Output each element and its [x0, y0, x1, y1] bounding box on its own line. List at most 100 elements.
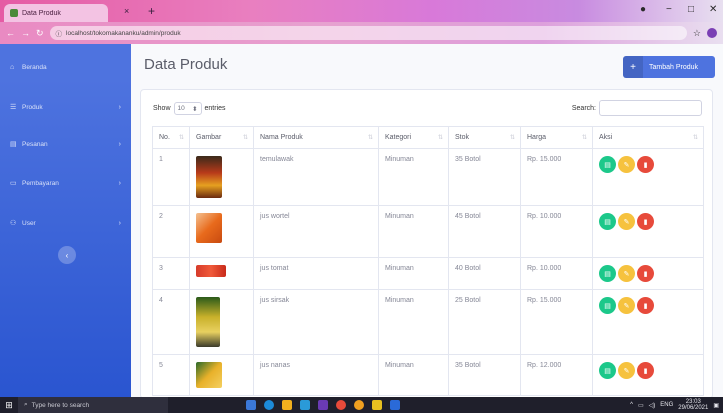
- sidebar-item-produk[interactable]: ☰ Produk ›: [0, 100, 131, 114]
- column-header-aksi[interactable]: Aksi ⇅: [592, 126, 704, 149]
- cell-image: [189, 148, 254, 206]
- cell-harga: Rp. 12.000: [520, 354, 593, 396]
- product-table-card: Show 10 ⬍ entries Search: No. ⇅ Gambar ⇅ N…: [140, 89, 713, 399]
- cell-harga: Rp. 10.000: [520, 205, 593, 258]
- edit-button[interactable]: ✎: [618, 297, 635, 314]
- view-button[interactable]: ▤: [599, 362, 616, 379]
- edit-button[interactable]: ✎: [618, 362, 635, 379]
- search-input[interactable]: [599, 100, 702, 116]
- plus-icon: +: [623, 56, 643, 78]
- entries-select[interactable]: 10 ⬍: [173, 102, 202, 115]
- edge-icon[interactable]: [264, 400, 274, 410]
- chevron-right-icon: ›: [118, 140, 121, 148]
- sort-icon: ⇅: [367, 135, 373, 141]
- cell-nama: jus tomat: [253, 257, 379, 290]
- browser-tab[interactable]: Data Produk: [4, 4, 108, 22]
- network-icon[interactable]: ▭: [638, 402, 644, 409]
- cell-nama: jus nanas: [253, 354, 379, 396]
- delete-button[interactable]: ▮: [637, 265, 654, 282]
- cell-stok: 25 Botol: [448, 289, 521, 355]
- word-icon[interactable]: [390, 400, 400, 410]
- view-button[interactable]: ▤: [599, 265, 616, 282]
- favicon-icon: [10, 9, 18, 17]
- column-header-gambar[interactable]: Gambar ⇅: [189, 126, 254, 149]
- profile-icon[interactable]: ●: [640, 4, 646, 15]
- entries-value: 10: [177, 105, 185, 112]
- product-image: [196, 297, 220, 347]
- add-product-button[interactable]: + Tambah Produk: [623, 56, 715, 78]
- cell-image: [189, 257, 254, 290]
- delete-button[interactable]: ▮: [637, 362, 654, 379]
- column-header-kategori[interactable]: Kategori ⇅: [378, 126, 449, 149]
- column-header-harga[interactable]: Harga ⇅: [520, 126, 593, 149]
- show-label: Show: [153, 105, 171, 112]
- forward-icon[interactable]: →: [21, 28, 30, 38]
- cell-kategori: Minuman: [378, 148, 449, 206]
- sort-icon: ⇅: [178, 135, 184, 141]
- task-view-icon[interactable]: [246, 400, 256, 410]
- cell-image: [189, 354, 254, 396]
- taskbar-apps: [246, 400, 400, 410]
- new-tab-icon[interactable]: +: [148, 4, 155, 18]
- store-icon[interactable]: [300, 400, 310, 410]
- cell-stok: 40 Botol: [448, 257, 521, 290]
- entries-label: entries: [204, 105, 226, 112]
- product-image: [196, 265, 226, 277]
- view-button[interactable]: ▤: [599, 213, 616, 230]
- bookmark-star-icon[interactable]: ☆: [693, 28, 701, 39]
- back-icon[interactable]: ←: [6, 28, 15, 38]
- url-field[interactable]: ⓘ localhost/tokomakananku/admin/produk: [49, 26, 687, 40]
- windows-start-icon[interactable]: ⊞: [0, 397, 18, 413]
- view-button[interactable]: ▤: [599, 297, 616, 314]
- sidebar-toggle-button[interactable]: ‹: [58, 246, 76, 264]
- delete-button[interactable]: ▮: [637, 213, 654, 230]
- sidebar-item-pembayaran[interactable]: ▭ Pembayaran ›: [0, 176, 131, 190]
- minimize-icon[interactable]: −: [666, 4, 672, 15]
- firefox-icon[interactable]: [354, 400, 364, 410]
- main-content: Data Produk + Tambah Produk Show 10 ⬍ en…: [131, 44, 723, 399]
- tab-close-icon[interactable]: ×: [124, 6, 129, 16]
- cell-no: 2: [152, 205, 190, 258]
- table-header-row: No. ⇅ Gambar ⇅ Nama Produk ⇅ Kategori ⇅ Stok…: [152, 126, 704, 149]
- notification-icon[interactable]: ▣: [713, 402, 719, 409]
- tab-title: Data Produk: [22, 9, 61, 17]
- clock[interactable]: 23:03 29/06/2021: [678, 399, 708, 412]
- column-header-nama[interactable]: Nama Produk ⇅: [253, 126, 379, 149]
- chrome-icon[interactable]: [336, 400, 346, 410]
- taskbar-search-placeholder: Type here to search: [31, 401, 90, 409]
- cell-aksi: ▤ ✎ ▮: [592, 205, 704, 258]
- edit-button[interactable]: ✎: [618, 156, 635, 173]
- delete-button[interactable]: ▮: [637, 156, 654, 173]
- column-header-no[interactable]: No. ⇅: [152, 126, 190, 149]
- taskbar-search[interactable]: ⌕ Type here to search: [18, 397, 168, 413]
- payment-icon: ▭: [10, 180, 17, 187]
- language-indicator[interactable]: ENG: [660, 402, 673, 408]
- maximize-icon[interactable]: □: [688, 4, 694, 15]
- vs-icon[interactable]: [318, 400, 328, 410]
- close-window-icon[interactable]: ✕: [709, 4, 717, 15]
- cell-aksi: ▤ ✎ ▮: [592, 354, 704, 396]
- tray-chevron-icon[interactable]: ^: [630, 402, 633, 408]
- delete-button[interactable]: ▮: [637, 297, 654, 314]
- edit-button[interactable]: ✎: [618, 265, 635, 282]
- sort-icon: ⇅: [509, 135, 515, 141]
- cell-no: 3: [152, 257, 190, 290]
- address-bar: ← → ↻ ⓘ localhost/tokomakananku/admin/pr…: [0, 22, 723, 44]
- cell-image: [189, 205, 254, 258]
- cell-aksi: ▤ ✎ ▮: [592, 257, 704, 290]
- sidebar-item-beranda[interactable]: ⌂ Beranda: [0, 60, 131, 74]
- column-header-stok[interactable]: Stok ⇅: [448, 126, 521, 149]
- edit-button[interactable]: ✎: [618, 213, 635, 230]
- product-image: [196, 362, 222, 388]
- sidebar-item-pesanan[interactable]: ▤ Pesanan ›: [0, 137, 131, 151]
- table-search: Search:: [572, 100, 702, 116]
- sidebar-item-user[interactable]: ⚇ User ›: [0, 216, 131, 230]
- file-explorer-icon[interactable]: [282, 400, 292, 410]
- extension-icon[interactable]: [707, 28, 717, 38]
- cell-no: 4: [152, 289, 190, 355]
- reload-icon[interactable]: ↻: [36, 28, 44, 39]
- cell-harga: Rp. 15.000: [520, 148, 593, 206]
- volume-icon[interactable]: ◁): [649, 402, 656, 409]
- view-button[interactable]: ▤: [599, 156, 616, 173]
- sticky-notes-icon[interactable]: [372, 400, 382, 410]
